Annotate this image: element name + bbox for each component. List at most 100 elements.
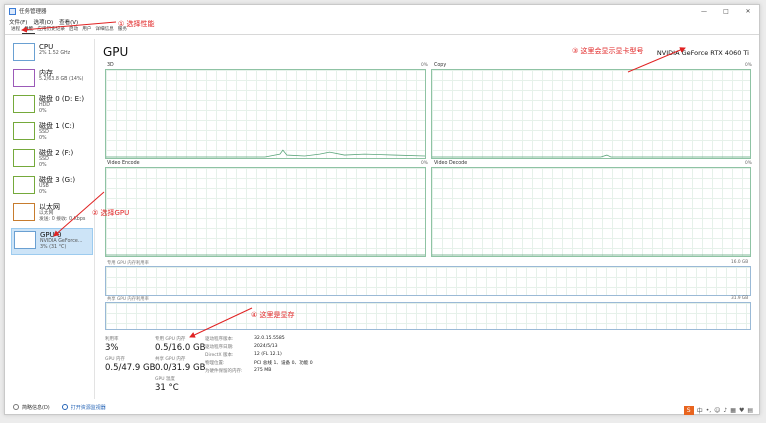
shared-mem-max: 31.9 GB	[731, 296, 749, 301]
memory-thumbnail-graph	[13, 69, 35, 87]
input-method-tray: S 中 •, ☺ ♪ ▦ ♥ ▤	[683, 405, 756, 415]
tab-users[interactable]: 用户	[80, 26, 93, 34]
lang-indicator[interactable]: 中	[697, 406, 703, 415]
graph-copy	[431, 69, 751, 159]
keyboard-icon[interactable]: ▦	[730, 407, 736, 414]
skin-icon[interactable]: ♥	[739, 407, 744, 414]
open-resource-monitor-link[interactable]: 打开资源监视器	[71, 404, 106, 411]
sidebar-item-name: GPU 0	[40, 231, 62, 239]
microphone-icon[interactable]: ♪	[723, 407, 727, 414]
annotation-1: ① 选择性能	[118, 20, 155, 28]
menu-file[interactable]: 文件(F)	[9, 18, 27, 26]
disk-thumbnail-graph	[13, 95, 35, 113]
gpu-thumbnail-graph	[14, 231, 36, 249]
graph-video-encode-line	[106, 254, 425, 256]
graph-max-video-decode: 0%	[745, 161, 752, 166]
sidebar-item-name: 磁盘 3 (G:)	[39, 176, 76, 184]
info-label: DirectX 版本:	[205, 353, 234, 358]
info-value: PCI 总线 1、设备 0、功能 0	[254, 361, 313, 366]
sidebar-item-sub: 3% (31 °C)	[40, 245, 67, 250]
task-manager-icon	[9, 7, 16, 15]
maximize-button[interactable]: □	[715, 5, 737, 17]
emoji-icon[interactable]: ☺	[714, 407, 720, 414]
sogou-icon[interactable]: S	[683, 405, 694, 415]
annotation-2: ② 选择GPU	[92, 209, 130, 217]
sidebar-item-disk-0[interactable]: 磁盘 0 (D: E:) HDD 0%	[11, 93, 93, 120]
graph-label-copy: Copy	[434, 63, 447, 68]
sidebar-item-gpu-0[interactable]: GPU 0 NVIDIA GeForce... 3% (31 °C)	[11, 228, 93, 255]
disk-thumbnail-graph	[13, 149, 35, 167]
toolbox-icon[interactable]: ▤	[747, 407, 753, 414]
gpu-temp-label: GPU 温度	[155, 377, 175, 382]
sidebar-item-sub: 0%	[39, 163, 47, 168]
menu-options[interactable]: 选项(O)	[33, 18, 53, 26]
sidebar-item-sub: 2% 1.52 GHz	[39, 51, 71, 56]
graph-max-video-encode: 0%	[421, 161, 428, 166]
graph-max-copy: 0%	[745, 63, 752, 68]
graph-video-encode	[105, 167, 426, 257]
graph-3d-line	[106, 149, 425, 158]
sidebar-item-memory[interactable]: 内存 5.2/63.8 GB (14%)	[11, 67, 93, 94]
punctuation-icon[interactable]: •,	[706, 407, 711, 414]
sidebar-item-sub: 0%	[39, 190, 47, 195]
window-controls: — □ ✕	[693, 5, 759, 17]
disk-thumbnail-graph	[13, 176, 35, 194]
tab-startup[interactable]: 启动	[67, 26, 80, 34]
sidebar-item-name: 磁盘 0 (D: E:)	[39, 95, 85, 103]
info-value: 2024/5/13	[254, 344, 278, 349]
sidebar-item-name: 内存	[39, 69, 53, 77]
tab-details[interactable]: 详细信息	[93, 26, 115, 34]
graph-max-3d: 0%	[421, 63, 428, 68]
graph-video-decode	[431, 167, 751, 257]
cpu-thumbnail-graph	[13, 43, 35, 61]
disk-thumbnail-graph	[13, 122, 35, 140]
gpu-detail-panel: GPU NVIDIA GeForce RTX 4060 Ti 3D 0% Cop…	[99, 39, 757, 399]
sidebar-item-ethernet[interactable]: 以太网 以太网 发送: 0 接收: 0 Kbps	[11, 201, 93, 228]
sidebar-item-cpu[interactable]: CPU 2% 1.52 GHz	[11, 41, 93, 68]
sidebar-item-sub: 发送: 0 接收: 0 Kbps	[39, 217, 86, 222]
gpu-mem-label: GPU 内存	[105, 357, 125, 362]
sidebar-item-name: CPU	[39, 43, 54, 51]
window-title: 任务管理器	[19, 9, 47, 15]
shared-mem-stat-value: 0.0/31.9 GB	[155, 363, 206, 373]
info-value: 32.0.15.5585	[254, 336, 285, 341]
info-label: 驱动程序日期:	[205, 345, 234, 350]
ethernet-thumbnail-graph	[13, 203, 35, 221]
collapse-icon	[13, 404, 19, 410]
page-title: GPU	[103, 45, 129, 59]
sidebar-item-sub: 5.2/63.8 GB (14%)	[39, 77, 84, 82]
sidebar-item-sub: 0%	[39, 109, 47, 114]
graph-label-video-decode: Video Decode	[434, 161, 468, 166]
sidebar-item-disk-2[interactable]: 磁盘 2 (F:) SSD 0%	[11, 147, 93, 174]
sidebar-item-name: 磁盘 2 (F:)	[39, 149, 74, 157]
minimize-button[interactable]: —	[693, 5, 715, 17]
sidebar-item-disk-1[interactable]: 磁盘 1 (C:) SSD 0%	[11, 120, 93, 147]
tab-app-history[interactable]: 应用历史记录	[35, 26, 67, 34]
info-label: 物理位置:	[205, 361, 225, 366]
sidebar-item-disk-3[interactable]: 磁盘 3 (G:) USB 0%	[11, 174, 93, 201]
graph-label-3d: 3D	[107, 63, 114, 68]
footer-bar: 简略信息(D) 打开资源监视器	[5, 400, 759, 414]
dedicated-mem-stat-label: 专用 GPU 内存	[155, 337, 186, 342]
graph-label-video-encode: Video Encode	[107, 161, 140, 166]
dedicated-mem-max: 16.0 GB	[731, 260, 749, 265]
info-label: 驱动程序版本:	[205, 337, 234, 342]
close-button[interactable]: ✕	[737, 5, 759, 17]
info-value: 12 (FL 12.1)	[254, 352, 282, 357]
gpu-mem-value: 0.5/47.9 GB	[105, 363, 156, 373]
tab-processes[interactable]: 进程	[9, 26, 22, 34]
tab-performance[interactable]: 性能	[22, 26, 36, 34]
graph-video-decode-line	[432, 254, 750, 256]
graph-dedicated-mem	[105, 266, 751, 296]
menu-view[interactable]: 查看(V)	[59, 18, 78, 26]
dedicated-mem-stat-value: 0.5/16.0 GB	[155, 343, 206, 353]
gpu-temp-value: 31 °C	[155, 383, 179, 393]
sidebar-item-sub: 0%	[39, 136, 47, 141]
menu-bar: 文件(F) 选项(O) 查看(V)	[5, 17, 84, 26]
shared-mem-stat-label: 共享 GPU 内存	[155, 357, 186, 362]
fewer-details-button[interactable]: 简略信息(D)	[22, 404, 50, 411]
utilization-value: 3%	[105, 343, 119, 353]
performance-sidebar: CPU 2% 1.52 GHz 内存 5.2/63.8 GB (14%) 磁盘 0 …	[9, 39, 95, 399]
graph-3d	[105, 69, 426, 159]
utilization-label: 利用率	[105, 337, 119, 342]
